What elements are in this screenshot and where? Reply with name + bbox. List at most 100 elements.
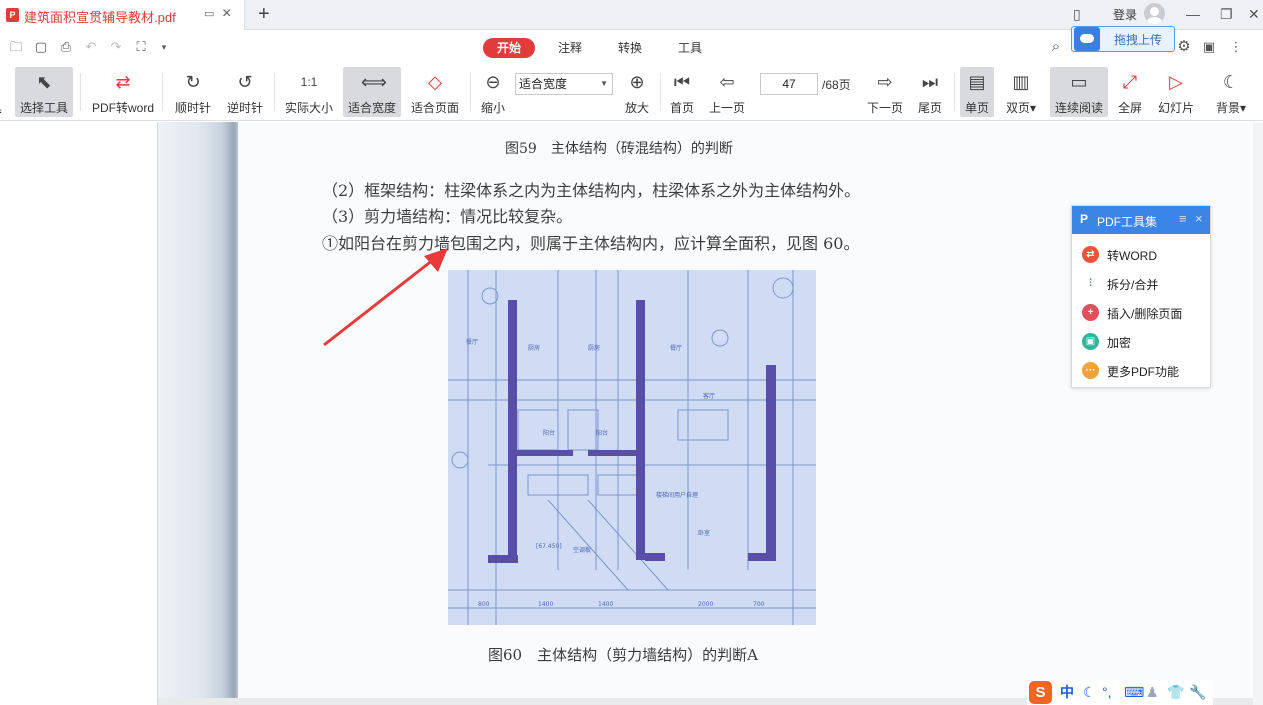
redo-icon[interactable]: ↷ xyxy=(108,39,124,55)
fit-width-icon: ⟺ xyxy=(361,72,387,92)
wrench-icon[interactable]: 🔧 xyxy=(1189,684,1206,700)
menu-tools[interactable]: 工具 xyxy=(676,38,704,58)
background-button[interactable]: ☾ 背景▾ xyxy=(1210,67,1252,117)
save-icon[interactable]: ▢ xyxy=(33,39,49,55)
hidden-tool-partial[interactable]: 具 xyxy=(0,67,2,117)
login-link[interactable]: 登录 xyxy=(1113,6,1137,23)
drag-upload-label: 拖拽上传 xyxy=(1114,33,1163,47)
minimize-icon[interactable]: — xyxy=(1186,6,1200,22)
panel-item-label: 拆分/合并 xyxy=(1107,278,1159,292)
rotate-counterclockwise-button[interactable]: ↺ 逆时针 xyxy=(222,67,268,117)
restore-icon[interactable]: ❐ xyxy=(1220,6,1233,22)
zoom-in-label: 放大 xyxy=(624,101,649,115)
export-image-icon[interactable]: ⛶ xyxy=(133,39,149,55)
single-page-button[interactable]: ▤ 单页 xyxy=(960,67,994,117)
panel-item-to-word[interactable]: ⇄ 转WORD xyxy=(1072,240,1210,269)
punctuation-icon[interactable]: °, xyxy=(1102,684,1112,700)
slideshow-button[interactable]: ▷ 幻灯片 xyxy=(1154,67,1198,117)
half-width-moon-icon[interactable]: ☾ xyxy=(1083,684,1096,700)
previous-page-button[interactable]: ⇦ 上一页 xyxy=(706,67,748,117)
panel-item-more[interactable]: ··· 更多PDF功能 xyxy=(1072,356,1210,385)
fit-page-button[interactable]: ◇ 适合页面 xyxy=(406,67,464,117)
lock-icon: ▣ xyxy=(1082,333,1099,350)
undo-icon[interactable]: ↶ xyxy=(83,39,99,55)
avatar[interactable] xyxy=(1144,3,1165,24)
svg-text:[67.450]: [67.450] xyxy=(536,543,562,550)
page-total-label: /68页 xyxy=(822,78,851,92)
convert-word-icon: ⇄ xyxy=(1082,246,1099,263)
svg-text:阳台: 阳台 xyxy=(596,429,608,437)
close-tab-icon[interactable]: × xyxy=(222,6,236,22)
zoom-select-value: 适合宽度 xyxy=(519,77,568,91)
fit-page-icon: ◇ xyxy=(428,72,442,92)
pin-tab-icon[interactable]: ▭ xyxy=(204,8,216,20)
continuous-reading-button[interactable]: ▭ 连续阅读 xyxy=(1050,67,1108,117)
fit-page-label: 适合页面 xyxy=(410,101,459,115)
new-tab-button[interactable]: + xyxy=(258,3,270,25)
zoom-out-button[interactable]: ⊖ 缩小 xyxy=(476,67,510,117)
panel-item-label: 更多PDF功能 xyxy=(1107,365,1180,379)
skin-shirt-icon[interactable]: 👕 xyxy=(1167,684,1184,700)
last-page-icon: ⏭ xyxy=(921,72,939,92)
fit-width-button[interactable]: ⟺ 适合宽度 xyxy=(343,67,401,117)
slideshow-label: 幻灯片 xyxy=(1157,101,1194,115)
search-icon[interactable]: ⌕ xyxy=(1048,39,1064,55)
page-number-input[interactable]: 47 xyxy=(760,73,818,95)
double-page-button[interactable]: ▥ 双页▾ xyxy=(1001,67,1041,117)
feedback-icon[interactable]: ▣ xyxy=(1201,39,1217,55)
vertical-scrollbar[interactable] xyxy=(1253,122,1263,705)
menu-convert[interactable]: 转换 xyxy=(616,38,644,58)
keyboard-icon[interactable]: ⌨ xyxy=(1124,684,1144,700)
next-page-label: 下一页 xyxy=(866,101,903,115)
continuous-reading-label: 连续阅读 xyxy=(1054,101,1103,115)
last-page-button[interactable]: ⏭ 尾页 xyxy=(914,67,946,117)
panel-item-label: 转WORD xyxy=(1107,249,1157,263)
panel-menu-icon[interactable]: ≡ xyxy=(1179,211,1187,226)
first-page-button[interactable]: ⏮ 首页 xyxy=(666,67,698,117)
last-page-label: 尾页 xyxy=(917,101,942,115)
sidebar-toggle-icon[interactable]: ▯ xyxy=(1073,6,1081,22)
fullscreen-button[interactable]: ⤢ 全屏 xyxy=(1114,67,1146,117)
settings-icon[interactable]: ⚙ xyxy=(1176,39,1192,55)
open-folder-icon[interactable]: 🗀 xyxy=(8,39,24,55)
svg-text:1400: 1400 xyxy=(538,601,553,608)
panel-close-icon[interactable]: × xyxy=(1195,211,1203,226)
pdf-to-word-icon: ⇄ xyxy=(115,72,131,92)
more-menu-icon[interactable]: ⋮ xyxy=(1228,39,1244,55)
pdf-to-word-button[interactable]: ⇄ PDF转word xyxy=(88,67,158,117)
actual-size-button[interactable]: 1:1 实际大小 xyxy=(280,67,338,117)
zoom-in-icon: ⊕ xyxy=(629,72,645,92)
ime-mode-label[interactable]: 中 xyxy=(1060,684,1074,700)
customize-dropdown-icon[interactable]: ▾ xyxy=(156,39,172,55)
double-page-label: 双页▾ xyxy=(1005,101,1037,115)
rotate-clockwise-button[interactable]: ↻ 顺时针 xyxy=(170,67,216,117)
actual-size-icon: 1:1 xyxy=(300,75,318,89)
single-page-icon: ▤ xyxy=(968,72,986,92)
floor-plan-image: 餐厅 厨房 厨房 餐厅 客厅 阳台 阳台 楼梯间用户自理 卧室 空调板 [67.… xyxy=(448,270,816,625)
panel-item-encrypt[interactable]: ▣ 加密 xyxy=(1072,327,1210,356)
ime-toolbar: S 中 ☾ °, ⌨ ♟ 👕 🔧 xyxy=(1027,680,1213,705)
rotate-counterclockwise-label: 逆时针 xyxy=(226,101,263,115)
document-tab[interactable]: P 建筑面积宣贯辅导教材.pdf ▭ × xyxy=(0,0,245,30)
more-dots-icon: ··· xyxy=(1082,362,1099,379)
select-tool-label: 选择工具 xyxy=(19,101,68,115)
zoom-in-button[interactable]: ⊕ 放大 xyxy=(620,67,654,117)
next-page-button[interactable]: ⇨ 下一页 xyxy=(864,67,906,117)
menu-annotate[interactable]: 注释 xyxy=(556,38,584,58)
select-tool-button[interactable]: ⬉ 选择工具 xyxy=(15,67,73,117)
panel-item-label: 插入/删除页面 xyxy=(1107,307,1183,321)
panel-item-insert-delete[interactable]: + 插入/删除页面 xyxy=(1072,298,1210,327)
panel-item-split-merge[interactable]: ⫶ 拆分/合并 xyxy=(1072,269,1210,298)
fullscreen-icon: ⤢ xyxy=(1122,72,1138,92)
sogou-logo-icon[interactable]: S xyxy=(1029,681,1052,704)
svg-text:楼梯间用户自理: 楼梯间用户自理 xyxy=(656,491,698,499)
svg-text:厨房: 厨房 xyxy=(528,344,540,352)
user-icon[interactable]: ♟ xyxy=(1146,684,1159,700)
drag-upload-button[interactable]: 拖拽上传 xyxy=(1071,26,1175,52)
menu-start[interactable]: 开始 xyxy=(483,38,535,58)
zoom-select[interactable]: 适合宽度 ▼ xyxy=(515,73,613,95)
zoom-out-label: 缩小 xyxy=(480,101,505,115)
annotation-arrow xyxy=(323,248,448,347)
print-icon[interactable]: ⎙ xyxy=(58,39,74,55)
close-window-icon[interactable]: ✕ xyxy=(1248,6,1260,22)
